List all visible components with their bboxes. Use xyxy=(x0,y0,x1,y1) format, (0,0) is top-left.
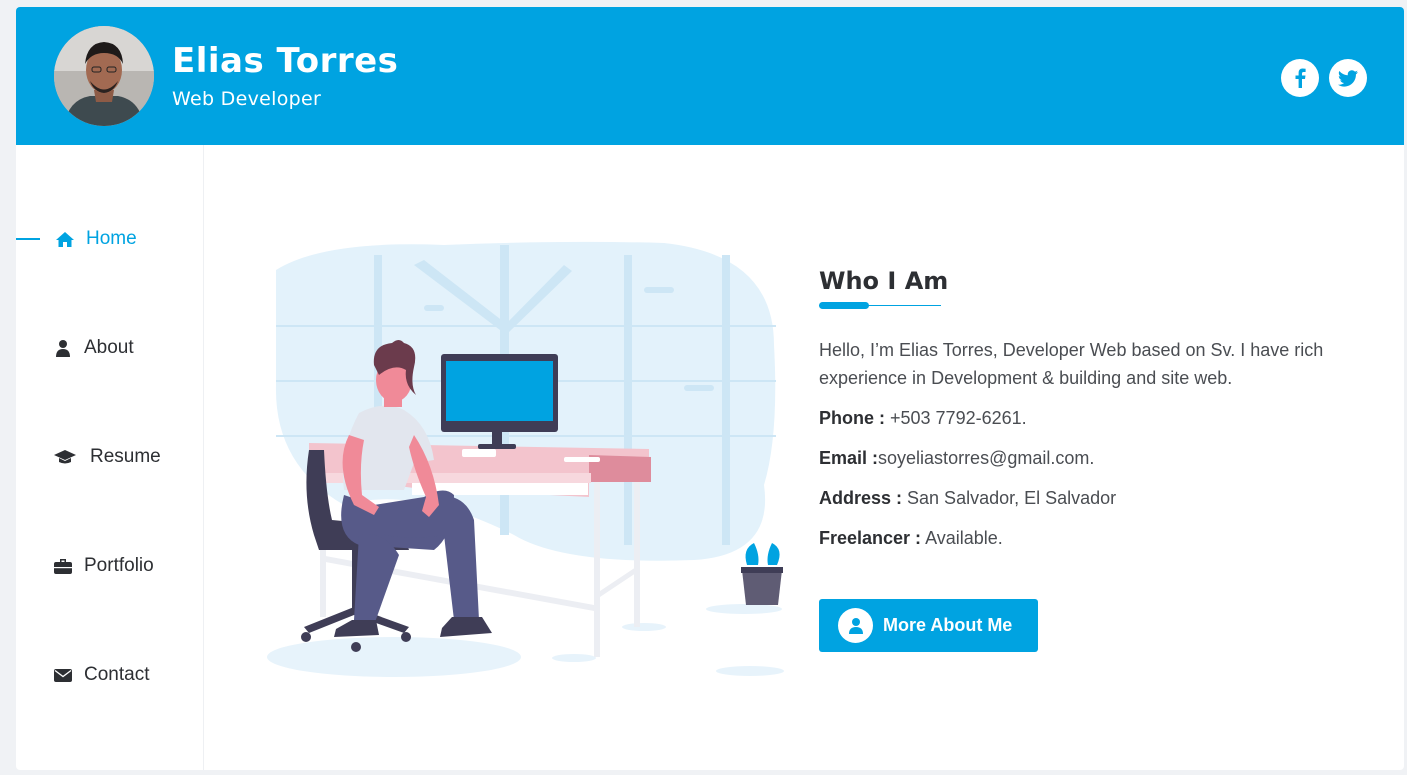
phone-value: +503 7792-6261. xyxy=(885,408,1027,428)
nav-item-contact[interactable]: Contact xyxy=(16,655,204,695)
address-info: Address : San Salvador, El Salvador xyxy=(819,486,1329,510)
email-label: Email : xyxy=(819,448,879,468)
address-value: San Salvador, El Salvador xyxy=(902,488,1117,508)
profile-header: Elias Torres Web Developer xyxy=(16,7,1404,145)
active-indicator xyxy=(16,238,40,240)
nav-label-contact: Contact xyxy=(84,664,150,685)
graduation-cap-icon xyxy=(52,449,78,465)
freelancer-value: Available. xyxy=(921,528,1003,548)
freelancer-info: Freelancer : Available. xyxy=(819,526,1329,550)
profile-card: Elias Torres Web Developer Home About Re… xyxy=(16,7,1404,770)
envelope-icon xyxy=(52,668,74,683)
nav-item-portfolio[interactable]: Portfolio xyxy=(16,546,204,586)
profile-role: Web Developer xyxy=(172,88,322,110)
email-info: Email :soyeliastorres@gmail.com. xyxy=(819,446,1329,470)
email-value: soyeliastorres@gmail.com. xyxy=(878,448,1095,468)
nav-item-resume[interactable]: Resume xyxy=(16,437,204,477)
profile-name: Elias Torres xyxy=(172,41,399,81)
nav-label-resume: Resume xyxy=(90,446,161,467)
nav-item-home[interactable]: Home xyxy=(16,219,204,259)
more-about-me-button[interactable]: More About Me xyxy=(819,599,1038,652)
about-title: Who I Am xyxy=(819,267,949,295)
about-intro: Hello, I’m Elias Torres, Developer Web b… xyxy=(819,340,1324,388)
nav-item-about[interactable]: About xyxy=(16,328,204,368)
freelancer-label: Freelancer : xyxy=(819,528,922,548)
nav-label-about: About xyxy=(84,337,134,358)
user-circle-icon xyxy=(838,608,873,643)
sidebar-nav: Home About Resume Portfolio Contact xyxy=(16,145,204,770)
twitter-icon xyxy=(1338,69,1358,87)
home-icon xyxy=(54,231,76,248)
user-icon xyxy=(52,339,74,357)
nav-label-home: Home xyxy=(86,228,137,249)
twitter-link[interactable] xyxy=(1329,59,1367,97)
phone-info: Phone : +503 7792-6261. xyxy=(819,406,1329,430)
address-label: Address : xyxy=(819,488,903,508)
avatar xyxy=(54,26,154,126)
facebook-icon xyxy=(1295,68,1306,88)
nav-label-portfolio: Portfolio xyxy=(84,555,154,576)
more-about-me-label: More About Me xyxy=(883,615,1013,635)
briefcase-icon xyxy=(52,558,74,575)
phone-label: Phone : xyxy=(819,408,885,428)
facebook-link[interactable] xyxy=(1281,59,1319,97)
about-section: Who I Am Hello, I’m Elias Torres, Develo… xyxy=(819,267,1329,652)
title-underline xyxy=(819,301,941,311)
workspace-illustration xyxy=(267,241,784,677)
